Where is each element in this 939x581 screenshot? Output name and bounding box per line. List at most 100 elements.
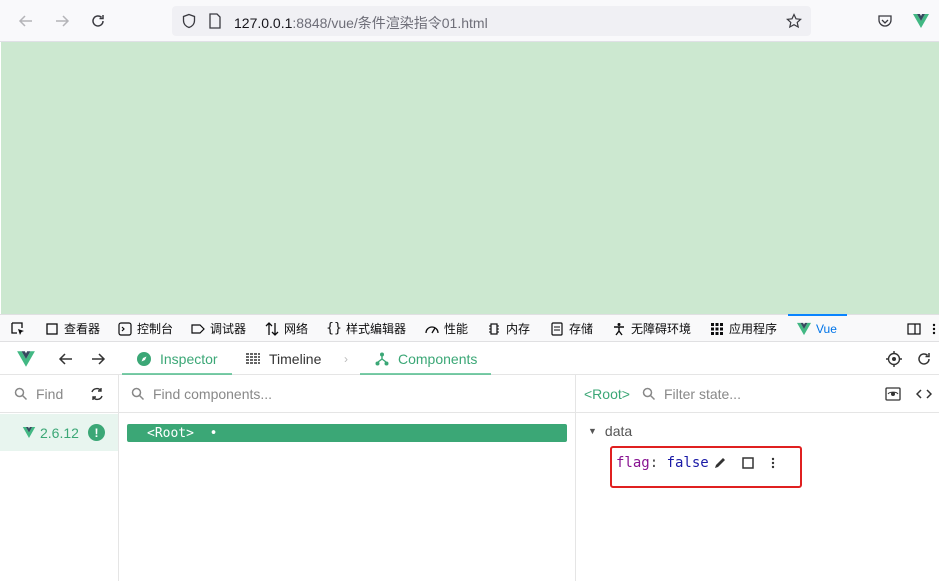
search-icon xyxy=(14,387,28,401)
browser-toolbar: 127.0.0.1:8848/vue/条件渲染指令01.html xyxy=(0,0,939,42)
page-icon[interactable] xyxy=(206,12,224,30)
network-icon xyxy=(264,321,280,337)
vue-extension-button[interactable] xyxy=(910,10,932,32)
state-header: <Root> Filter state... xyxy=(576,375,939,413)
find-app-search[interactable]: Find xyxy=(0,375,118,413)
shield-icon[interactable] xyxy=(180,12,198,30)
select-component-in-page-button[interactable] xyxy=(885,342,903,375)
tab-label: 存储 xyxy=(569,322,594,336)
tab-label: 样式编辑器 xyxy=(346,322,407,336)
tab-label: 控制台 xyxy=(137,322,174,336)
url-text[interactable]: 127.0.0.1:8848/vue/条件渲染指令01.html xyxy=(234,13,488,33)
url-bar[interactable]: 127.0.0.1:8848/vue/条件渲染指令01.html xyxy=(172,6,811,36)
reload-icon xyxy=(92,15,104,27)
tab-label: 内存 xyxy=(506,322,531,336)
kebab-icon xyxy=(930,321,938,337)
page-content xyxy=(1,42,939,314)
breadcrumb-chevron-icon: › xyxy=(344,351,348,366)
tab-performance[interactable]: 性能 xyxy=(424,315,468,342)
back-button[interactable] xyxy=(15,10,37,32)
component-tree-panel: Find components... <Root> • xyxy=(119,375,576,581)
dock-side-button[interactable] xyxy=(906,315,926,342)
tab-vue-components[interactable]: Components xyxy=(360,342,492,375)
vue-logo-icon xyxy=(17,350,35,367)
caret-down-icon: ▼ xyxy=(588,426,597,436)
accessibility-icon xyxy=(611,321,627,337)
vue-logo-icon xyxy=(796,321,812,337)
bookmark-star-icon[interactable] xyxy=(785,12,803,30)
timeline-icon xyxy=(245,351,261,367)
tab-label: 无障碍环境 xyxy=(631,322,692,336)
inspector-icon xyxy=(44,321,60,337)
reload-button[interactable] xyxy=(87,10,109,32)
devtools-menu-button[interactable] xyxy=(930,315,939,342)
vue-forward-button[interactable] xyxy=(90,342,106,375)
url-host: 127.0.0.1 xyxy=(234,15,293,31)
section-title: data xyxy=(604,423,633,439)
vue-logo xyxy=(16,342,36,375)
application-icon xyxy=(709,321,725,337)
find-placeholder: Find xyxy=(36,385,64,402)
app-list-panel: Find 2.6.12 ! xyxy=(0,375,119,581)
dock-side-icon xyxy=(906,321,922,337)
reload-icon xyxy=(918,352,930,365)
refresh-button[interactable] xyxy=(916,342,932,375)
tab-vue[interactable]: Vue xyxy=(788,314,847,342)
performance-icon xyxy=(424,321,440,337)
tab-vue-timeline[interactable]: Timeline xyxy=(245,342,321,375)
url-path: :8848/vue/条件渲染指令01.html xyxy=(292,15,488,31)
element-picker-button[interactable] xyxy=(10,315,30,342)
picker-icon xyxy=(10,321,26,337)
tab-debugger[interactable]: 调试器 xyxy=(190,315,246,342)
find-components-placeholder: Find components... xyxy=(153,385,273,402)
arrow-right-icon xyxy=(56,15,70,27)
app-version-item[interactable]: 2.6.12 ! xyxy=(0,414,118,451)
inspect-dom-icon[interactable] xyxy=(915,386,933,405)
tab-style-editor[interactable]: {} 样式编辑器 xyxy=(326,315,406,342)
search-icon xyxy=(642,387,656,401)
vue-logo-icon xyxy=(22,426,36,439)
scroll-to-component-icon[interactable] xyxy=(885,387,901,404)
vue-logo-icon xyxy=(913,14,929,28)
tab-memory[interactable]: 内存 xyxy=(486,315,530,342)
vue-devtools-header: Inspector Timeline › Components xyxy=(0,342,939,375)
refresh-apps-icon[interactable] xyxy=(89,386,105,405)
warning-badge-icon[interactable]: ! xyxy=(88,424,105,441)
highlight-annotation-box xyxy=(610,446,802,488)
arrow-left-icon xyxy=(18,15,32,27)
tab-console[interactable]: 控制台 xyxy=(117,315,173,342)
component-name: <Root> xyxy=(147,425,194,441)
tab-vue-inspector[interactable]: Inspector xyxy=(122,342,232,375)
tab-storage[interactable]: 存储 xyxy=(549,315,593,342)
memory-icon xyxy=(486,321,502,337)
tab-application[interactable]: 应用程序 xyxy=(709,315,777,342)
compass-icon xyxy=(136,351,152,367)
tab-label: 网络 xyxy=(284,322,309,336)
devtools-tab-bar: 查看器 控制台 调试器 网络 {} 样式编辑器 性能 内存 存储 无障碍环境 应用… xyxy=(0,314,939,342)
tab-label: Components xyxy=(398,350,478,367)
tab-inspector[interactable]: 查看器 xyxy=(44,315,100,342)
tab-label: Vue xyxy=(816,321,837,336)
search-icon xyxy=(131,387,145,401)
filter-state-input[interactable]: Filter state... xyxy=(664,386,741,402)
tab-network[interactable]: 网络 xyxy=(264,315,308,342)
find-components-search[interactable]: Find components... xyxy=(119,375,575,413)
tab-label: 应用程序 xyxy=(729,322,778,336)
vue-back-button[interactable] xyxy=(58,342,74,375)
storage-icon xyxy=(549,321,565,337)
tab-accessibility[interactable]: 无障碍环境 xyxy=(611,315,691,342)
tab-label: 调试器 xyxy=(210,322,247,336)
state-section-data[interactable]: ▼ data xyxy=(588,423,632,439)
selected-component-name: <Root> xyxy=(584,385,630,402)
arrow-right-icon xyxy=(92,352,106,365)
debugger-icon xyxy=(190,321,206,337)
tab-label: Inspector xyxy=(160,350,218,367)
tree-node-root[interactable]: <Root> • xyxy=(127,424,567,442)
pocket-button[interactable] xyxy=(874,10,896,32)
pocket-icon xyxy=(878,15,892,27)
console-icon xyxy=(117,321,133,337)
style-editor-icon: {} xyxy=(326,321,342,336)
forward-button[interactable] xyxy=(51,10,73,32)
vue-version: 2.6.12 xyxy=(40,424,79,441)
target-icon xyxy=(886,350,902,367)
